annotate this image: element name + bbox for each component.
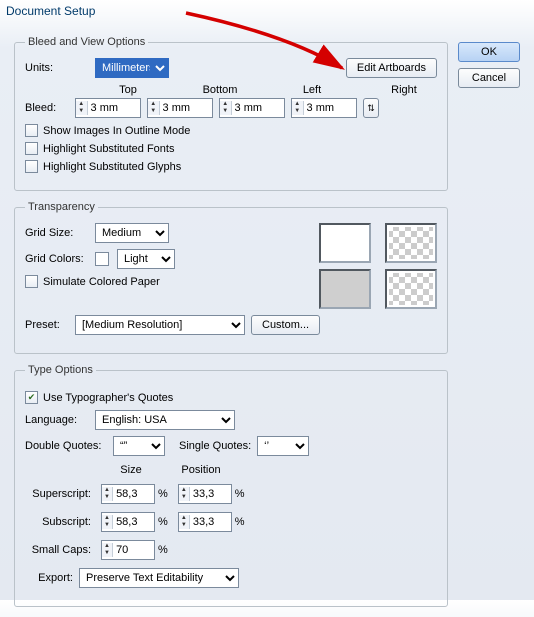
preset-select[interactable]: [Medium Resolution] <box>75 315 245 335</box>
window-title: Document Setup <box>0 0 534 18</box>
swatch-gray[interactable] <box>319 269 371 309</box>
link-bleed-icon[interactable]: ⇅ <box>363 98 379 118</box>
superscript-size-input[interactable]: ▲▼ <box>101 484 155 504</box>
position-header: Position <box>171 464 231 476</box>
smallcaps-label: Small Caps: <box>25 544 91 556</box>
pct-icon: % <box>158 544 168 556</box>
swatch-transparent <box>385 223 437 263</box>
subscript-pos-input[interactable]: ▲▼ <box>178 512 232 532</box>
export-select[interactable]: Preserve Text Editability <box>79 568 239 588</box>
single-quotes-select[interactable]: ‘’ <box>257 436 309 456</box>
bleed-bottom-input[interactable]: ▲▼ <box>147 98 213 118</box>
language-select[interactable]: English: USA <box>95 410 235 430</box>
bleed-top-input[interactable]: ▲▼ <box>75 98 141 118</box>
bleed-left-input[interactable]: ▲▼ <box>219 98 285 118</box>
cancel-button[interactable]: Cancel <box>458 68 520 88</box>
size-header: Size <box>101 464 161 476</box>
grid-size-label: Grid Size: <box>25 227 89 239</box>
bleed-header-row: Top Bottom Left Right <box>95 84 437 98</box>
single-quotes-label: Single Quotes: <box>179 440 251 452</box>
export-label: Export: <box>25 572 73 584</box>
smallcaps-input[interactable]: ▲▼ <box>101 540 155 560</box>
double-quotes-select[interactable]: “” <box>113 436 165 456</box>
bleed-right-input[interactable]: ▲▼ <box>291 98 357 118</box>
show-outline-checkbox[interactable]: Show Images In Outline Mode <box>25 124 437 137</box>
pct-icon: % <box>158 516 168 528</box>
highlight-fonts-checkbox[interactable]: Highlight Substituted Fonts <box>25 142 437 155</box>
subscript-size-input[interactable]: ▲▼ <box>101 512 155 532</box>
edit-artboards-button[interactable]: Edit Artboards <box>346 58 437 78</box>
pct-icon: % <box>235 488 245 500</box>
color-swatch-icon <box>95 252 109 266</box>
grid-size-select[interactable]: Medium <box>95 223 169 243</box>
superscript-pos-input[interactable]: ▲▼ <box>178 484 232 504</box>
simulate-paper-checkbox[interactable]: Simulate Colored Paper <box>25 275 297 288</box>
preset-label: Preset: <box>25 319 69 331</box>
superscript-label: Superscript: <box>25 488 91 500</box>
pct-icon: % <box>158 488 168 500</box>
swatch-transparent-2 <box>385 269 437 309</box>
ok-button[interactable]: OK <box>458 42 520 62</box>
type-options-group: Type Options ✔Use Typographer's Quotes L… <box>14 364 448 607</box>
units-label: Units: <box>25 62 89 74</box>
transparency-group: Transparency Grid Size: Medium Grid Colo… <box>14 201 448 354</box>
double-quotes-label: Double Quotes: <box>25 440 107 452</box>
custom-button[interactable]: Custom... <box>251 315 320 335</box>
highlight-glyphs-checkbox[interactable]: Highlight Substituted Glyphs <box>25 160 437 173</box>
swatch-white[interactable] <box>319 223 371 263</box>
typographers-quotes-checkbox[interactable]: ✔Use Typographer's Quotes <box>25 391 437 404</box>
bleed-header-bottom: Bottom <box>187 84 253 96</box>
grid-colors-select[interactable]: Light <box>117 249 175 269</box>
bleed-group: Bleed and View Options Units: Millimeter… <box>14 36 448 191</box>
subscript-label: Subscript: <box>25 516 91 528</box>
transparency-legend: Transparency <box>25 201 98 213</box>
bleed-header-top: Top <box>95 84 161 96</box>
language-label: Language: <box>25 414 89 426</box>
bleed-header-left: Left <box>279 84 345 96</box>
units-select[interactable]: Millimeters <box>95 58 169 78</box>
pct-icon: % <box>235 516 245 528</box>
bleed-legend: Bleed and View Options <box>25 36 148 48</box>
type-options-legend: Type Options <box>25 364 96 376</box>
bleed-label: Bleed: <box>25 102 69 114</box>
grid-colors-label: Grid Colors: <box>25 253 89 265</box>
bleed-header-right: Right <box>371 84 437 96</box>
